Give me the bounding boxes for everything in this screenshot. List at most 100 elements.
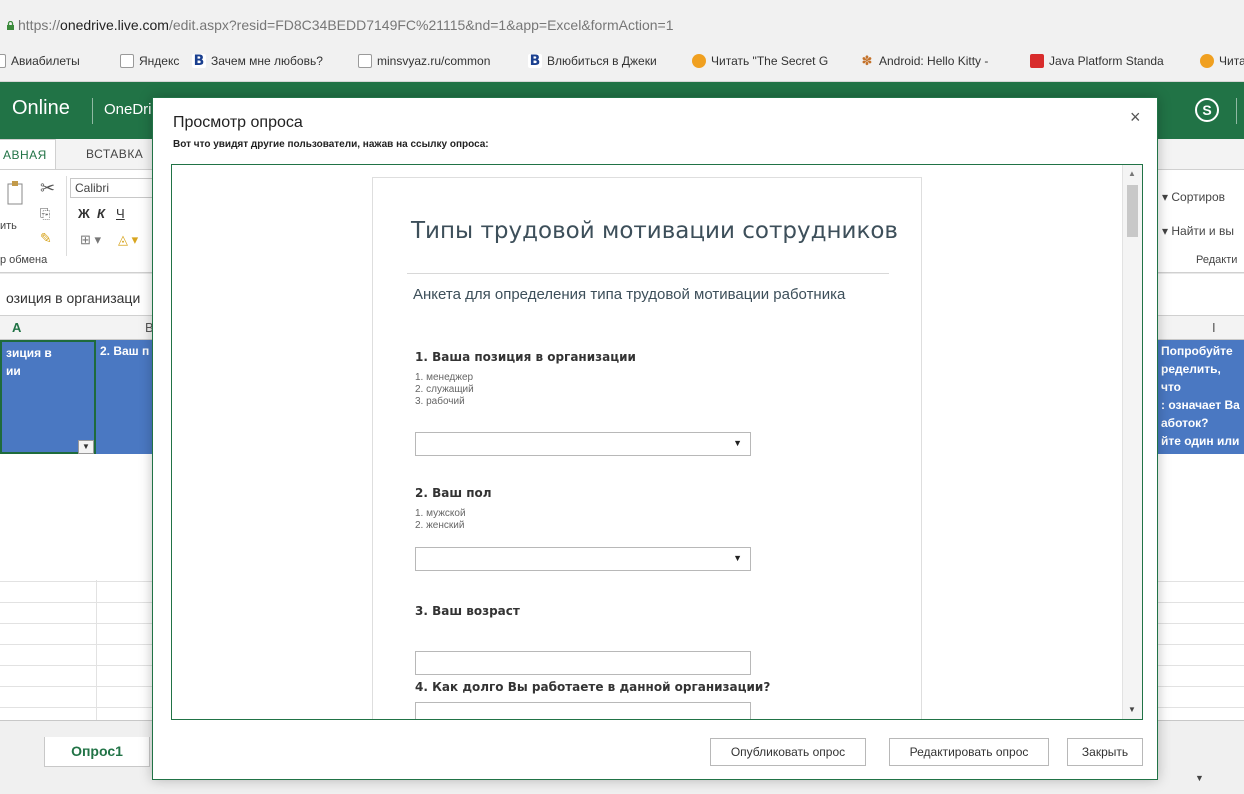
red-square-icon [1030, 54, 1044, 68]
bookmark-label: minsvyaz.ru/common [377, 54, 491, 68]
question-options: 1. мужской 2. женский [415, 508, 815, 532]
scroll-up-icon[interactable]: ▲ [1128, 169, 1136, 178]
paw-icon: ✽ [861, 53, 873, 68]
sheet-tab-opros1[interactable]: Опрос1 [44, 737, 150, 767]
question-title: 3. Ваш возраст [415, 604, 520, 618]
copy-icon[interactable]: ⎘ [40, 206, 50, 222]
browser-url-bar[interactable]: https://onedrive.live.com/edit.aspx?resi… [0, 0, 1244, 38]
bookmark-aviabilety[interactable]: Авиабилеты [0, 52, 80, 70]
bold-button[interactable]: Ж [78, 206, 90, 221]
bookmark-vlyubitsya[interactable]: B Влюбиться в Джеки [528, 52, 657, 70]
find-label: Найти и вы [1171, 224, 1234, 238]
orange-circle-icon [1200, 54, 1214, 68]
lock-icon [7, 21, 14, 30]
cell-b1[interactable]: 2. Ваш п [96, 340, 156, 454]
bookmark-java[interactable]: Java Platform Standa [1030, 52, 1164, 70]
question-4-input[interactable] [415, 702, 751, 719]
bookmark-label: Android: Hello Kitty - [879, 54, 989, 68]
close-button[interactable]: Закрыть [1067, 738, 1143, 766]
sort-label: Сортиров [1171, 190, 1226, 204]
orange-circle-icon [692, 54, 706, 68]
option-text: 2. служащий [415, 384, 474, 395]
fill-color-icon[interactable]: ◬ ▾ [118, 232, 138, 248]
bookmark-minsvyaz[interactable]: minsvyaz.ru/common [358, 52, 490, 70]
url-host: onedrive.live.com [60, 17, 169, 33]
name-box[interactable]: озиция в организаци [6, 290, 140, 306]
italic-button[interactable]: К [97, 206, 105, 221]
url-path: /edit.aspx?resid=FD8C34BEDD7149FC%21115&… [168, 17, 674, 33]
tab-home[interactable]: АВНАЯ [0, 139, 56, 170]
question-title: 4. Как долго Вы работаете в данной орган… [415, 680, 771, 694]
bookmark-label: Зачем мне любовь? [211, 54, 323, 68]
scrollbar-thumb[interactable] [1127, 185, 1138, 237]
bookmark-zachem[interactable]: B Зачем мне любовь? [192, 52, 323, 70]
question-2-select[interactable]: ▼ [415, 547, 751, 571]
question-1-select[interactable]: ▼ [415, 432, 751, 456]
question-title: 1. Ваша позиция в организации [415, 350, 636, 364]
bookmark-secret[interactable]: Читать "The Secret G [692, 52, 828, 70]
close-icon[interactable]: × [1130, 107, 1141, 128]
question-title: 2. Ваш пол [415, 486, 492, 500]
column-a-header[interactable]: A [12, 320, 21, 335]
column-i-header[interactable]: I [1212, 320, 1216, 335]
edit-survey-button[interactable]: Редактировать опрос [889, 738, 1049, 766]
dialog-subtitle: Вот что увидят другие пользователи, нажа… [173, 139, 489, 150]
paste-icon[interactable] [4, 178, 30, 212]
scroll-down-icon[interactable]: ▼ [1128, 705, 1136, 714]
format-painter-icon[interactable]: ✎ [40, 230, 52, 247]
question-1: 1. Ваша позиция в организации 1. менедже… [415, 350, 815, 408]
dialog-title: Просмотр опроса [173, 114, 303, 131]
url-scheme: https:// [18, 17, 61, 33]
b-logo-icon: B [528, 53, 542, 69]
clipboard-group-label: р обмена [0, 254, 48, 266]
bookmark-android[interactable]: ✽ Android: Hello Kitty - [860, 52, 989, 70]
survey-title: Типы трудовой мотивации сотрудников [411, 218, 898, 244]
find-button[interactable]: ▾ Найти и вы [1162, 224, 1234, 238]
bookmark-yandex[interactable]: Яндекс [120, 52, 179, 70]
group-divider [66, 176, 67, 256]
question-2: 2. Ваш пол 1. мужской 2. женский [415, 486, 815, 532]
question-3: 3. Ваш возраст [415, 604, 815, 618]
bookmark-label: Java Platform Standa [1049, 54, 1164, 68]
bookmark-label: Чита [1219, 54, 1244, 68]
app-brand[interactable]: Online [12, 97, 70, 120]
question-3-input[interactable] [415, 651, 751, 675]
onedrive-link[interactable]: OneDri [104, 101, 152, 118]
dropdown-arrow-icon: ▼ [733, 553, 742, 563]
bookmark-label: Яндекс [139, 54, 180, 68]
bookmark-chita[interactable]: Чита [1200, 52, 1244, 70]
underline-button[interactable]: Ч [116, 206, 125, 221]
document-icon [0, 54, 6, 68]
tab-insert[interactable]: ВСТАВКА [86, 147, 143, 161]
sort-button[interactable]: ▾ Сортиров [1162, 190, 1225, 204]
dropdown-arrow-icon: ▼ [733, 438, 742, 448]
bookmark-label: Читать "The Secret G [711, 54, 829, 68]
header-divider [92, 98, 93, 124]
title-divider [407, 273, 889, 274]
option-text: 1. мужской [415, 508, 466, 519]
cell-a1[interactable]: зиция в ии [0, 340, 96, 454]
scroll-down-icon[interactable]: ▼ [1195, 773, 1204, 783]
url-text[interactable]: https://onedrive.live.com/edit.aspx?resi… [18, 17, 674, 33]
filter-dropdown-icon[interactable]: ▼ [78, 440, 94, 454]
survey-preview-dialog: Просмотр опроса × Вот что увидят другие … [152, 97, 1158, 780]
survey-description: Анкета для определения типа трудовой мот… [413, 286, 846, 303]
survey-form: Типы трудовой мотивации сотрудников Анке… [372, 177, 922, 719]
borders-icon[interactable]: ⊞ ▾ [80, 232, 101, 248]
paste-label[interactable]: ить [0, 220, 17, 232]
option-text: 2. женский [415, 520, 465, 531]
preview-scrollbar[interactable]: ▲ ▼ [1122, 165, 1142, 719]
edit-group-label: Редакти [1196, 254, 1238, 266]
document-icon [358, 54, 372, 68]
cell-i1[interactable]: Попробуйте ределить, что : означает Ва а… [1157, 340, 1244, 454]
bookmark-label: Влюбиться в Джеки [547, 54, 657, 68]
question-4: 4. Как долго Вы работаете в данной орган… [415, 680, 815, 694]
skype-icon[interactable]: S [1195, 98, 1219, 122]
font-name-field[interactable]: Calibri [70, 178, 160, 198]
publish-survey-button[interactable]: Опубликовать опрос [710, 738, 866, 766]
b-logo-icon: B [192, 53, 206, 69]
question-options: 1. менеджер 2. служащий 3. рабочий [415, 372, 815, 408]
cut-icon[interactable]: ✂ [40, 178, 55, 199]
option-text: 1. менеджер [415, 372, 474, 383]
survey-preview-frame[interactable]: Типы трудовой мотивации сотрудников Анке… [171, 164, 1143, 720]
